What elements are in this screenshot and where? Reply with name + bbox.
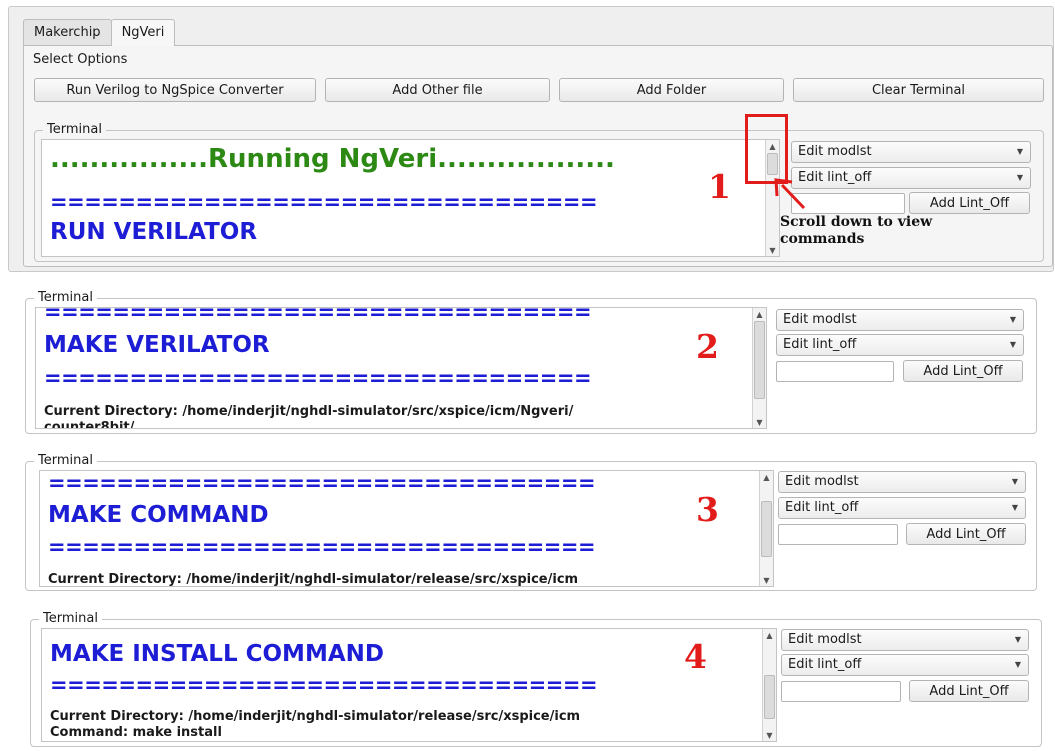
terminal-group-label: Terminal [34,290,97,306]
separator-line: ================================ [50,673,598,697]
edit-lint-off-combo[interactable]: Edit lint_off ▼ [778,497,1026,519]
edit-modlst-value: Edit modlst [783,312,857,327]
scroll-hint-annotation: Scroll down to view commands [780,214,932,248]
edit-lint-off-combo[interactable]: Edit lint_off ▼ [776,334,1024,356]
terminal-group-label: Terminal [34,453,97,469]
step-number-2: 2 [696,327,719,366]
edit-modlst-value: Edit modlst [785,474,859,489]
separator-line: ================================ [50,190,598,214]
options-button-row: Run Verilog to NgSpice Converter Add Oth… [34,78,1044,102]
separator-line: ================================ [48,535,596,559]
run-converter-button[interactable]: Run Verilog to NgSpice Converter [34,78,316,102]
current-directory-line: Current Directory: /home/inderjit/nghdl-… [44,404,574,419]
tab-ngveri[interactable]: NgVeri [110,19,176,46]
make-verilator-heading: MAKE VERILATOR [44,332,270,358]
chevron-down-icon: ▼ [1011,503,1018,512]
terminal-scrollbar-2[interactable]: ▲ ▼ [752,308,766,428]
lint-off-input[interactable] [776,361,894,382]
edit-modlst-combo[interactable]: Edit modlst ▼ [781,629,1029,651]
scroll-thumb[interactable] [764,675,775,719]
terminal-output-2[interactable]: ================================ MAKE VE… [35,307,767,429]
scroll-up-icon[interactable]: ▲ [760,471,773,483]
edit-lint-off-combo[interactable]: Edit lint_off ▼ [781,654,1029,676]
terminal-group-label: Terminal [43,122,106,138]
chevron-down-icon: ▼ [1016,147,1023,156]
current-directory-line-wrap: counter8bit/ [44,420,135,429]
command-line: Command: make install [50,725,222,740]
current-directory-line: Current Directory: /home/inderjit/nghdl-… [48,572,579,587]
separator-line: ================================ [48,471,596,495]
step-number-3: 3 [696,490,719,529]
scroll-hint-line1: Scroll down to view [780,214,933,230]
edit-modlst-combo[interactable]: Edit modlst ▼ [776,309,1024,331]
edit-lint-off-value: Edit lint_off [785,500,859,515]
separator-line: ================================ [44,307,592,324]
terminal-output-3[interactable]: ================================ MAKE CO… [39,470,774,587]
running-ngveri-line: ................Running NgVeri..........… [50,144,615,174]
chevron-down-icon: ▼ [1009,315,1016,324]
chevron-down-icon: ▼ [1016,173,1023,182]
make-install-command-heading: MAKE INSTALL COMMAND [50,641,384,667]
lint-off-input[interactable] [781,681,901,702]
edit-modlst-value: Edit modlst [798,144,872,159]
chevron-down-icon: ▼ [1009,340,1016,349]
run-verilator-heading: RUN VERILATOR [50,219,258,245]
terminal-scrollbar-3[interactable]: ▲ ▼ [759,471,773,586]
add-folder-button[interactable]: Add Folder [559,78,784,102]
scroll-thumb[interactable] [754,321,765,399]
separator-line: ================================ [44,366,592,390]
step-number-1: 1 [708,167,731,206]
edit-modlst-value: Edit modlst [788,632,862,647]
tab-makerchip[interactable]: Makerchip [23,19,112,45]
scroll-hint-line2: commands [780,231,865,247]
terminal-group-label: Terminal [39,611,102,627]
step-number-4: 4 [684,637,707,676]
scroll-thumb[interactable] [761,501,772,557]
chevron-down-icon: ▼ [1014,660,1021,669]
edit-lint-off-combo[interactable]: Edit lint_off ▼ [791,167,1031,189]
terminal-group-4: Terminal ===============================… [30,611,1042,747]
add-other-file-button[interactable]: Add Other file [325,78,550,102]
make-command-heading: MAKE COMMAND [48,502,269,528]
scroll-up-icon[interactable]: ▲ [763,629,776,641]
clear-terminal-button[interactable]: Clear Terminal [793,78,1044,102]
add-lint-off-button[interactable]: Add Lint_Off [909,680,1029,702]
scroll-down-icon[interactable]: ▼ [760,574,773,586]
add-lint-off-button[interactable]: Add Lint_Off [903,360,1023,382]
edit-modlst-combo[interactable]: Edit modlst ▼ [791,141,1031,163]
lint-off-input[interactable] [778,524,898,545]
terminal-output-4[interactable]: ================================ MAKE IN… [41,628,777,742]
edit-lint-off-value: Edit lint_off [788,657,862,672]
pointer-arrow-icon [774,178,806,210]
scrollbar-highlight-box [745,114,788,184]
add-lint-off-button[interactable]: Add Lint_Off [909,192,1030,214]
scroll-down-icon[interactable]: ▼ [766,244,779,256]
terminal-group-3: Terminal ===============================… [25,453,1037,591]
terminal-scrollbar-4[interactable]: ▲ ▼ [762,629,776,741]
terminal-output-1[interactable]: ................Running NgVeri..........… [41,139,780,257]
edit-modlst-combo[interactable]: Edit modlst ▼ [778,471,1026,493]
add-lint-off-button[interactable]: Add Lint_Off [906,523,1026,545]
select-options-label: Select Options [33,52,128,67]
scroll-up-icon[interactable]: ▲ [753,308,766,320]
chevron-down-icon: ▼ [1014,635,1021,644]
current-directory-line: Current Directory: /home/inderjit/nghdl-… [50,709,581,724]
tab-bar: Makerchip NgVeri [23,19,176,46]
terminal-group-2: Terminal ===============================… [25,290,1037,434]
chevron-down-icon: ▼ [1011,477,1018,486]
scroll-down-icon[interactable]: ▼ [753,416,766,428]
edit-lint-off-value: Edit lint_off [783,337,857,352]
scroll-down-icon[interactable]: ▼ [763,729,776,741]
separator-line: ================================ [50,629,756,634]
